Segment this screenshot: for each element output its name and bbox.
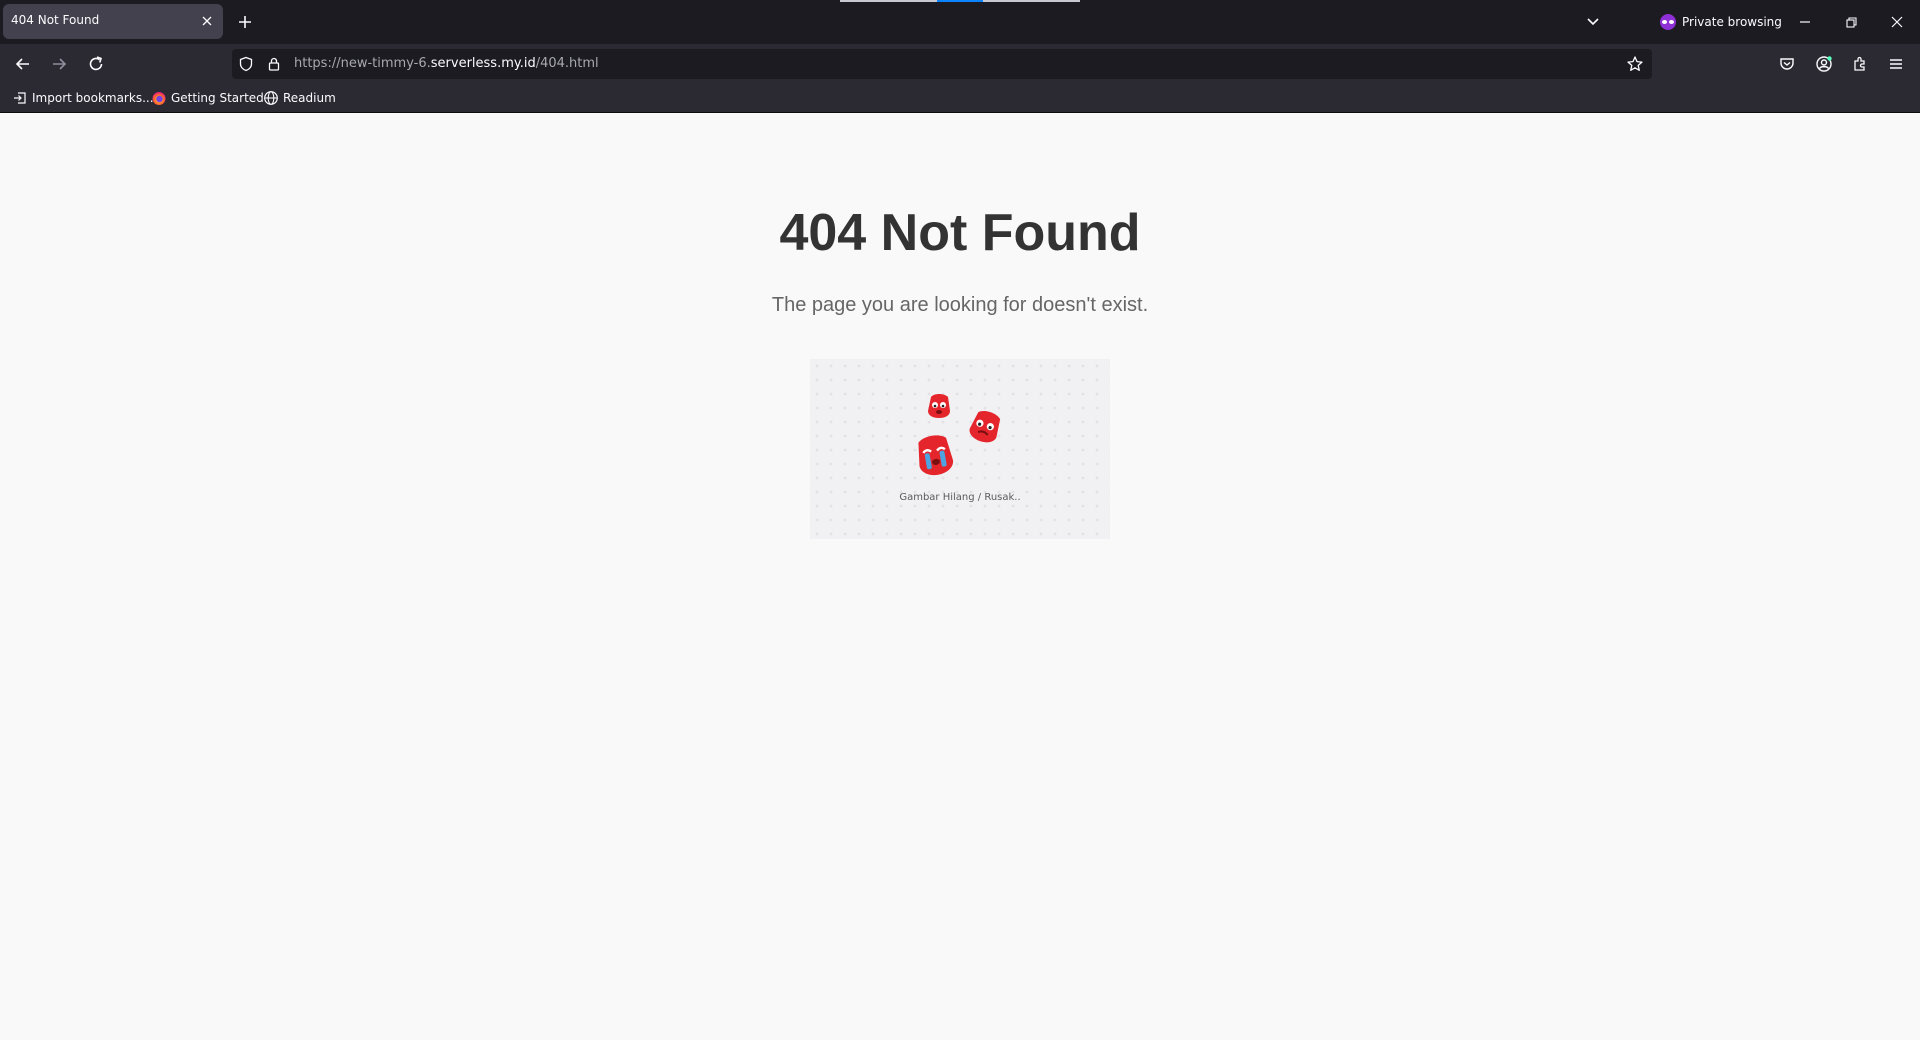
list-all-tabs-icon[interactable]: [1584, 12, 1602, 30]
new-tab-icon[interactable]: [235, 12, 255, 32]
broken-image-caption: Gambar Hilang / Rusak..: [899, 492, 1021, 503]
bookmark-star-icon[interactable]: [1626, 55, 1644, 73]
mascot-icon: [969, 411, 1001, 443]
bookmark-getting-started[interactable]: Getting Started: [151, 89, 264, 107]
firefox-icon: [151, 90, 167, 106]
bookmark-import[interactable]: Import bookmarks...: [12, 89, 154, 107]
private-browsing-label: Private browsing: [1682, 15, 1782, 29]
globe-icon: [263, 90, 279, 106]
tab-strip-indicator: [840, 0, 937, 2]
lock-icon[interactable]: [266, 56, 282, 72]
tab-strip-indicator-active: [937, 0, 983, 2]
bookmark-label: Import bookmarks...: [32, 91, 154, 105]
bookmark-label: Readium: [283, 91, 336, 105]
url-domain: serverless.my.id: [430, 56, 536, 71]
tab-strip-indicator: [983, 0, 1080, 2]
mascot-crying-icon: [918, 435, 954, 476]
pocket-icon[interactable]: [1777, 54, 1797, 74]
tab-strip: 404 Not Found Private browsing: [0, 0, 1920, 44]
minimize-icon[interactable]: [1795, 12, 1815, 32]
url-text[interactable]: https://new-timmy-6.serverless.my.id/404…: [294, 56, 599, 71]
menu-icon[interactable]: [1886, 54, 1906, 74]
private-browsing-indicator: Private browsing: [1660, 12, 1782, 32]
page-content: 404 Not Found The page you are looking f…: [0, 113, 1920, 1040]
back-icon[interactable]: [13, 54, 33, 74]
account-icon[interactable]: [1814, 54, 1834, 74]
url-bar[interactable]: https://new-timmy-6.serverless.my.id/404…: [232, 49, 1652, 79]
url-prefix: https://new-timmy-6.: [294, 56, 431, 71]
reload-icon[interactable]: [86, 54, 106, 74]
private-mask-icon: [1660, 14, 1676, 30]
bookmark-label: Getting Started: [171, 91, 264, 105]
extensions-icon[interactable]: [1850, 54, 1870, 74]
url-path: /404.html: [535, 56, 599, 71]
tab-title: 404 Not Found: [11, 13, 100, 27]
broken-image-placeholder: Gambar Hilang / Rusak..: [810, 359, 1110, 539]
forward-icon[interactable]: [49, 54, 69, 74]
import-icon: [12, 90, 28, 106]
restore-icon[interactable]: [1841, 12, 1861, 32]
bookmarks-toolbar: Import bookmarks... Getting Started Read…: [0, 84, 1920, 113]
mascot-icon: [928, 394, 950, 418]
page-subtitle: The page you are looking for doesn't exi…: [771, 294, 1149, 316]
tab-active[interactable]: 404 Not Found: [3, 4, 223, 39]
navigation-toolbar: https://new-timmy-6.serverless.my.id/404…: [0, 44, 1920, 84]
bookmark-readium[interactable]: Readium: [263, 89, 336, 107]
page-title: 404 Not Found: [779, 204, 1141, 262]
close-tab-icon[interactable]: [199, 13, 215, 29]
close-window-icon[interactable]: [1887, 12, 1907, 32]
tracking-protection-shield-icon[interactable]: [238, 56, 254, 72]
